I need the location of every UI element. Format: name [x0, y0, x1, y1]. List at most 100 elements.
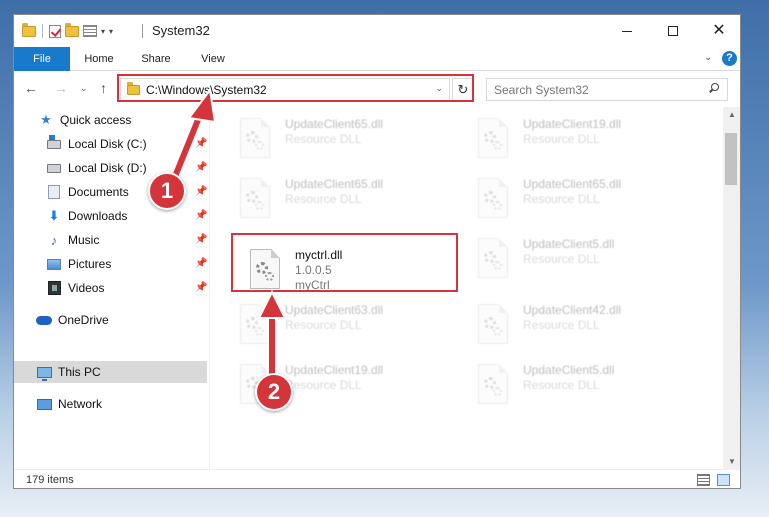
- chevron-down-icon[interactable]: ▾: [101, 27, 105, 36]
- title-bar: ▾ ▾ System32 ✕: [14, 15, 740, 47]
- sidebar-item-pictures[interactable]: Pictures 📌: [14, 253, 207, 275]
- scrollbar-thumb[interactable]: [725, 133, 737, 185]
- recent-locations-button[interactable]: ⌄: [80, 83, 88, 94]
- sidebar-item-quick-access[interactable]: ★ Quick access: [14, 109, 207, 131]
- downloads-icon: ⬇: [48, 208, 60, 223]
- file-item[interactable]: UpdateClient65.dll Resource DLL: [237, 117, 467, 165]
- file-item[interactable]: UpdateClient65.dll Resource DLL: [475, 177, 705, 225]
- sidebar-item-downloads[interactable]: ⬇ Downloads 📌: [14, 205, 208, 227]
- sidebar-item-label: Pictures: [68, 257, 112, 271]
- close-button[interactable]: ✕: [696, 15, 740, 47]
- sidebar-item-label: Music: [68, 233, 100, 247]
- dll-file-icon: [475, 117, 511, 161]
- expand-ribbon-icon[interactable]: ⌄: [704, 52, 712, 63]
- tab-view[interactable]: View: [198, 47, 228, 71]
- back-button[interactable]: ←: [24, 80, 38, 96]
- details-view-icon[interactable]: [697, 474, 710, 486]
- tab-file[interactable]: File: [14, 47, 70, 71]
- sidebar-item-label: Quick access: [60, 113, 132, 127]
- file-description: Resource DLL: [285, 378, 362, 392]
- pin-icon: 📌: [195, 258, 208, 269]
- file-name: UpdateClient19.dll: [285, 363, 384, 377]
- file-name: UpdateClient65.dll: [523, 177, 622, 191]
- documents-icon: [46, 184, 62, 200]
- file-item[interactable]: UpdateClient42.dll Resource DLL: [475, 303, 705, 351]
- search-icon[interactable]: [708, 83, 719, 94]
- minimize-icon: [622, 30, 632, 32]
- file-description: Resource DLL: [523, 318, 600, 332]
- pin-icon: 📌: [195, 162, 208, 173]
- search-box[interactable]: [486, 78, 728, 101]
- new-folder-icon[interactable]: [65, 22, 79, 37]
- file-name: UpdateClient5.dll: [523, 237, 615, 251]
- properties-check-icon[interactable]: [49, 24, 61, 38]
- search-input[interactable]: [494, 82, 694, 97]
- sidebar-item-label: Network: [58, 397, 103, 411]
- dll-file-icon: [237, 117, 273, 161]
- file-description: Resource DLL: [523, 192, 600, 206]
- tab-home[interactable]: Home: [82, 47, 116, 71]
- dll-file-icon: [237, 303, 273, 347]
- pin-icon: 📌: [195, 210, 208, 221]
- file-description: Resource DLL: [285, 192, 362, 206]
- star-icon: ★: [40, 112, 52, 127]
- title-separator: [142, 24, 143, 38]
- file-item[interactable]: UpdateClient65.dll Resource DLL: [237, 177, 467, 225]
- pin-icon: 📌: [195, 186, 208, 197]
- up-button[interactable]: ↑: [100, 80, 107, 96]
- file-description: Resource DLL: [523, 378, 600, 392]
- minimize-button[interactable]: [604, 15, 650, 47]
- pin-icon: 📌: [195, 138, 208, 149]
- step-1-badge: 1: [148, 172, 186, 210]
- sidebar-item-network[interactable]: Network: [14, 393, 207, 415]
- scroll-up-icon[interactable]: ▲: [728, 110, 736, 119]
- file-name: UpdateClient65.dll: [285, 177, 384, 191]
- videos-icon: [46, 280, 62, 296]
- scroll-down-icon[interactable]: ▼: [728, 457, 736, 466]
- file-description: Resource DLL: [285, 132, 362, 146]
- sidebar-item-label: Local Disk (D:): [68, 161, 147, 175]
- file-item[interactable]: UpdateClient5.dll Resource DLL: [475, 363, 705, 411]
- sidebar-item-label: This PC: [58, 365, 101, 379]
- quick-access-toolbar: ▾ ▾: [22, 22, 113, 39]
- dll-file-icon: [475, 363, 511, 407]
- file-description: Resource DLL: [523, 132, 600, 146]
- cloud-icon: [36, 312, 52, 328]
- file-name: UpdateClient65.dll: [285, 117, 384, 131]
- forward-button[interactable]: →: [54, 80, 68, 96]
- sidebar-item-videos[interactable]: Videos 📌: [14, 277, 207, 299]
- drive-icon: [46, 160, 62, 176]
- close-icon: ✕: [712, 22, 726, 39]
- sidebar-item-label: Videos: [68, 281, 105, 295]
- pin-icon: 📌: [195, 282, 208, 293]
- address-highlight-box: [117, 74, 474, 102]
- step-2-badge: 2: [255, 373, 293, 411]
- dll-file-icon: [475, 177, 511, 221]
- file-description: Resource DLL: [523, 252, 600, 266]
- sidebar-item-this-pc[interactable]: This PC: [14, 361, 207, 383]
- maximize-icon: [668, 26, 678, 36]
- status-bar: 179 items: [14, 469, 740, 488]
- sidebar-item-music[interactable]: ♪ Music 📌: [14, 229, 208, 251]
- network-icon: [36, 396, 52, 412]
- sidebar-item-onedrive[interactable]: OneDrive: [14, 309, 207, 331]
- maximize-button[interactable]: [650, 15, 696, 47]
- customize-toolbar-icon[interactable]: ▾: [109, 27, 113, 36]
- help-icon[interactable]: ?: [722, 51, 737, 66]
- file-name: UpdateClient19.dll: [523, 117, 622, 131]
- large-icons-view-icon[interactable]: [717, 474, 730, 486]
- file-item[interactable]: UpdateClient5.dll Resource DLL: [475, 237, 705, 285]
- navigation-pane: ★ Quick access Local Disk (C:) 📌 Local D…: [14, 107, 210, 469]
- folder-icon[interactable]: [22, 22, 36, 37]
- file-name: UpdateClient63.dll: [285, 303, 384, 317]
- file-highlight-box: [231, 233, 458, 292]
- properties-icon[interactable]: [83, 25, 97, 37]
- tab-share[interactable]: Share: [138, 47, 174, 71]
- music-icon: ♪: [50, 232, 58, 248]
- pictures-icon: [46, 256, 62, 272]
- vertical-scrollbar[interactable]: ▲ ▼: [723, 107, 740, 469]
- file-item[interactable]: UpdateClient63.dll Resource DLL: [237, 303, 467, 351]
- file-item[interactable]: UpdateClient19.dll Resource DLL: [475, 117, 705, 165]
- sidebar-item-local-disk-c[interactable]: Local Disk (C:) 📌: [14, 133, 207, 155]
- sidebar-item-label: Documents: [68, 185, 129, 199]
